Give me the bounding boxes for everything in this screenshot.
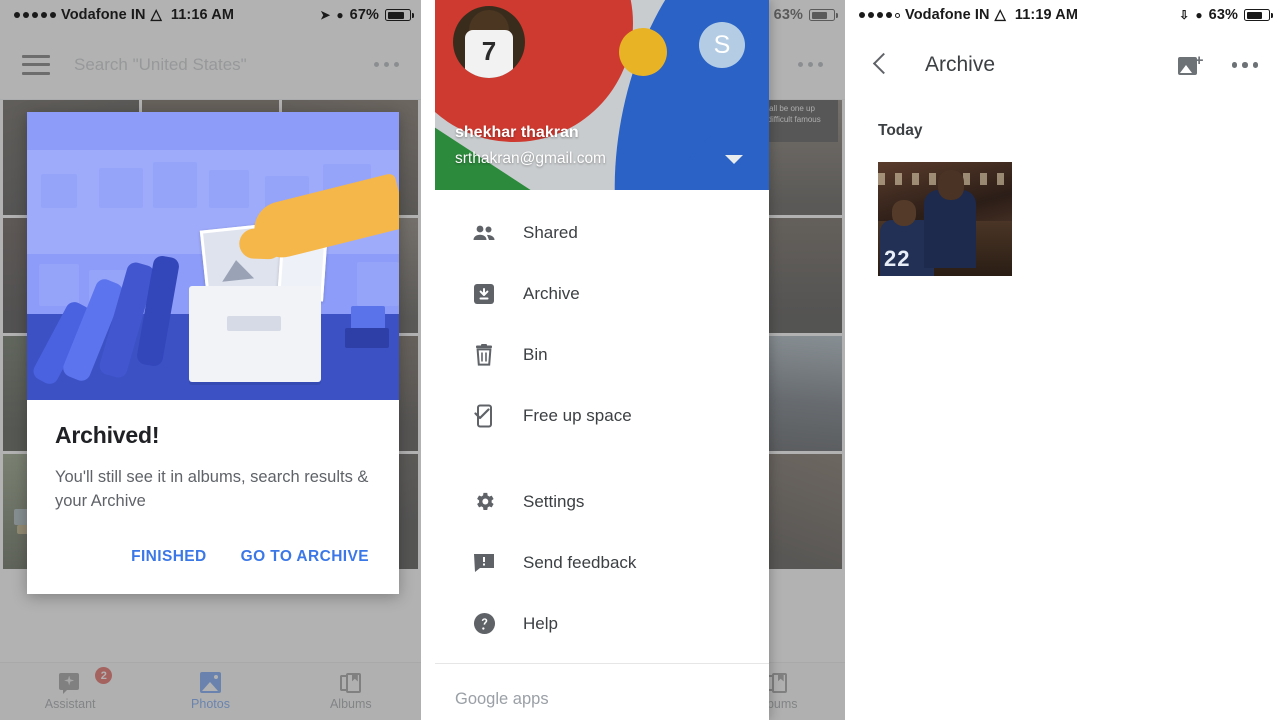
phone-panel-archive-screen: Vodafone IN △ 11:19 AM ⇩ ● 63% Archive +… [845,0,1280,720]
wifi-icon: △ [994,7,1006,23]
archive-app-bar: Archive + [845,30,1280,100]
battery-icon [1244,9,1273,21]
assistant-icon [59,672,81,694]
panel1-status-bar: Vodafone IN △ 11:16 AM ➤ ● 67% [0,0,421,30]
panel1-search-bar[interactable]: Search "United States" [0,30,421,100]
drawer-item-bin[interactable]: Bin [435,324,769,385]
signal-dots-icon [14,12,56,18]
archive-content: Today 22 [845,100,1280,276]
phone-panel-archived-dialog: Vodafone IN △ 11:16 AM ➤ ● 67% Search "U… [0,0,421,720]
drawer-label-archive: Archive [523,283,580,303]
drawer-label-help: Help [523,613,558,633]
panel3-status-bar: Vodafone IN △ 11:19 AM ⇩ ● 63% [845,0,1280,30]
alarm-icon: ● [1195,8,1203,22]
archive-box-icon [469,283,499,305]
archive-box-illustration [27,112,399,400]
drawer-label-shared: Shared [523,222,578,242]
photos-icon [199,672,221,693]
navigation-drawer: 7 S shekhar thakran srthakran@gmail.com … [435,0,769,720]
drawer-item-archive[interactable]: Archive [435,263,769,324]
help-icon [469,612,499,635]
trash-icon [469,343,499,366]
signal-dots-icon [859,12,900,18]
drawer-item-settings[interactable]: Settings [435,471,769,532]
dialog-title: Archived! [55,422,160,448]
hamburger-icon[interactable] [22,54,50,75]
nav-label-photos: Photos [191,697,230,711]
drawer-footer: Google apps [435,654,769,720]
nav-tab-photos[interactable]: Photos [140,663,280,720]
clock-label: 11:16 AM [170,7,235,23]
albums-icon [339,672,362,693]
archive-thumbnail-row: 22 [878,162,1280,276]
avatar[interactable]: 7 [453,6,525,78]
google-apps-item[interactable]: Google apps [435,668,769,720]
screenshot-stage: Vodafone IN △ 11:16 AM ➤ ● 67% Search "U… [0,0,1280,720]
location-icon: ➤ [320,8,331,22]
assistant-badge: 2 [95,667,113,684]
battery-percent-label: 63% [773,7,803,23]
battery-percent-label: 67% [349,7,379,23]
account-email: srthakran@gmail.com [455,150,606,167]
account-header[interactable]: 7 S shekhar thakran srthakran@gmail.com [435,0,769,190]
drawer-footer-divider [435,663,769,664]
more-options-icon[interactable] [374,62,399,67]
drawer-label-send-feedback: Send feedback [523,552,637,572]
free-up-space-icon [469,404,499,428]
go-to-archive-button[interactable]: GO TO ARCHIVE [229,538,381,576]
drawer-label-bin: Bin [523,344,548,364]
secondary-avatar[interactable]: S [699,22,745,68]
archived-dialog: Archived! You'll still see it in albums,… [27,112,399,594]
clock-label: 11:19 AM [1014,7,1079,23]
nav-tab-assistant[interactable]: 2 Assistant [0,663,140,720]
dialog-body-text: You'll still see it in albums, search re… [55,468,369,510]
battery-icon [385,9,414,21]
archive-photo-thumbnail[interactable]: 22 [878,162,1012,276]
bottom-navigation: 2 Assistant Photos Albums [0,662,421,720]
gear-icon [469,490,499,513]
chevron-down-icon[interactable] [725,155,743,164]
search-input[interactable]: Search "United States" [74,55,374,75]
phone-panel-navigation-drawer: 63% everything small be one up some beCl… [435,0,845,720]
nav-tab-albums[interactable]: Albums [281,663,421,720]
finished-button[interactable]: FINISHED [119,538,219,576]
decoration-yellow-circle [619,28,667,76]
page-title: Archive [925,53,996,76]
battery-percent-label: 63% [1208,7,1238,23]
drawer-menu-secondary: Settings Send feedback Help [435,459,769,654]
drawer-item-send-feedback[interactable]: Send feedback [435,532,769,593]
drawer-label-free-up-space: Free up space [523,405,632,425]
add-to-album-icon[interactable]: + [1177,53,1204,76]
drawer-item-shared[interactable]: Shared [435,202,769,263]
account-name: shekhar thakran [455,124,579,141]
nav-label-albums: Albums [329,696,372,711]
carrier-label: Vodafone IN [905,7,990,23]
drawer-item-free-up-space[interactable]: Free up space [435,385,769,446]
more-options-icon[interactable] [798,62,823,67]
nav-label-assistant: Assistant [44,696,96,711]
battery-icon [809,9,838,21]
more-options-icon[interactable] [1231,62,1258,68]
photo-jersey-number: 22 [884,246,911,271]
avatar-jersey-number: 7 [481,36,497,66]
drawer-item-help[interactable]: Help [435,593,769,654]
day-header-today: Today [878,122,923,139]
carrier-label: Vodafone IN [61,7,146,23]
people-icon [469,224,499,242]
rotation-lock-icon: ⇩ [1179,8,1190,22]
drawer-menu-primary: Shared Archive Bin Free up space [435,190,769,446]
alarm-icon: ● [336,8,344,22]
wifi-icon: △ [150,7,162,23]
feedback-icon [469,553,499,573]
back-chevron-icon[interactable] [867,52,893,78]
drawer-label-settings: Settings [523,491,585,511]
